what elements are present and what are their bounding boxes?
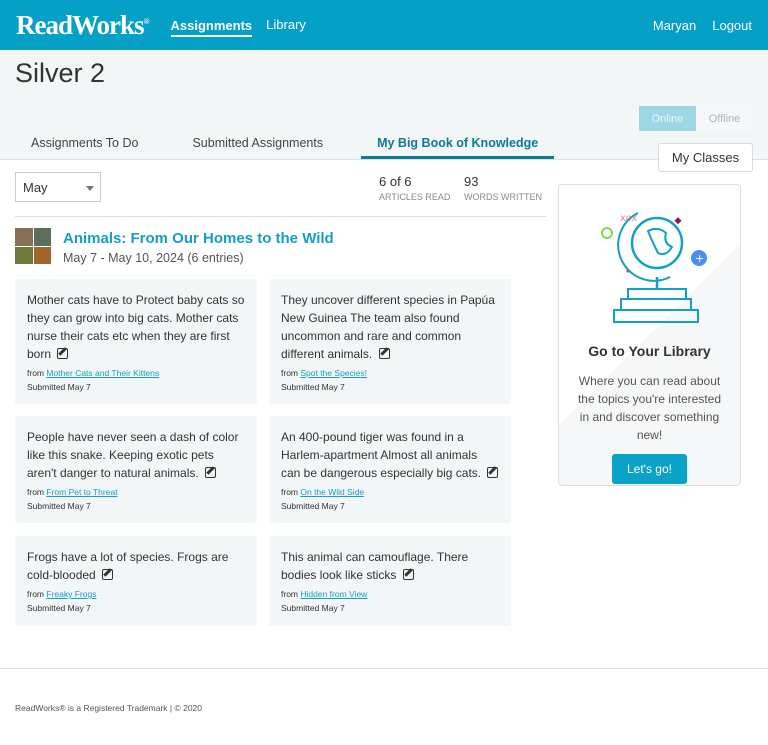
my-classes-button[interactable]: My Classes (658, 143, 753, 172)
from-label: from (27, 487, 44, 497)
edit-icon[interactable] (378, 348, 390, 359)
chevron-down-icon (86, 186, 94, 195)
user-name-link[interactable]: Maryan (653, 18, 696, 33)
submitted-date: Submitted May 7 (27, 501, 91, 511)
edit-icon[interactable] (57, 348, 69, 359)
words-written-label: WORDS WRITTEN (464, 192, 542, 202)
entry-text-content: An 400-pound tiger was found in a Harlem… (281, 430, 482, 480)
entry-text-content: This animal can camouflage. There bodies… (281, 550, 469, 582)
globe-books-illustration: xox + (600, 212, 707, 323)
tab-big-book-of-knowledge[interactable]: My Big Book of Knowledge (361, 136, 555, 159)
article-link[interactable]: Freaky Frogs (46, 589, 96, 599)
entry-card: This animal can camouflage. There bodies… (269, 536, 511, 626)
unit-title[interactable]: Animals: From Our Homes to the Wild (63, 230, 334, 247)
article-link[interactable]: On the Wild Side (300, 487, 364, 497)
entry-source: from Spot the Species! (281, 368, 499, 378)
entry-source: from From Pet to Threat (27, 487, 245, 497)
library-card-text: Where you can read about the topics you'… (577, 374, 722, 442)
entry-text: They uncover different species in Papúa … (281, 291, 499, 363)
entry-card: Mother cats have to Protect baby cats so… (15, 279, 257, 404)
from-label: from (27, 589, 44, 599)
unit-thumbnail (15, 228, 51, 264)
article-link[interactable]: From Pet to Threat (46, 487, 117, 497)
article-link[interactable]: Mother Cats and Their Kittens (46, 368, 159, 378)
online-offline-toggle[interactable]: Online Offline (639, 106, 753, 131)
entry-text: Mother cats have to Protect baby cats so… (27, 291, 245, 363)
lets-go-button[interactable]: Let's go! (612, 454, 687, 484)
from-label: from (281, 589, 298, 599)
words-written-value: 93 (464, 174, 479, 189)
divider (15, 216, 546, 217)
edit-icon[interactable] (487, 467, 499, 478)
articles-read-stat: 6 of 6 ARTICLES READ (379, 174, 450, 202)
library-promo-card: xox + Go to Your Library Where you can r… (558, 184, 741, 486)
articles-read-label: ARTICLES READ (379, 192, 451, 202)
entry-text: An 400-pound tiger was found in a Harlem… (281, 428, 499, 482)
entry-source: from On the Wild Side (281, 487, 499, 497)
svg-text:+: + (695, 252, 704, 265)
entry-text-content: Frogs have a lot of species. Frogs are c… (27, 550, 229, 582)
tab-bar: Assignments To Do Submitted Assignments … (15, 136, 576, 159)
entry-source: from Freaky Frogs (27, 589, 245, 599)
submitted-date: Submitted May 7 (281, 603, 345, 613)
entry-source: from Mother Cats and Their Kittens (27, 368, 245, 378)
library-card-title: Go to Your Library (588, 343, 711, 359)
entry-card: An 400-pound tiger was found in a Harlem… (269, 416, 511, 523)
submitted-date: Submitted May 7 (27, 382, 91, 392)
entry-text: Frogs have a lot of species. Frogs are c… (27, 548, 245, 584)
entry-card: They uncover different species in Papúa … (269, 279, 511, 404)
footer-text: ReadWorks® is a Registered Trademark | ©… (15, 703, 203, 713)
articles-read-value: 6 of 6 (379, 174, 412, 189)
edit-icon[interactable] (205, 467, 217, 478)
submitted-date: Submitted May 7 (281, 501, 345, 511)
tab-submitted-assignments[interactable]: Submitted Assignments (176, 136, 339, 159)
entry-text: People have never seen a dash of color l… (27, 428, 245, 482)
from-label: from (27, 368, 44, 378)
month-select[interactable]: May (15, 172, 101, 202)
edit-icon[interactable] (102, 569, 114, 580)
top-header: ReadWorks® Assignments Library Maryan Lo… (0, 0, 768, 50)
logout-link[interactable]: Logout (712, 18, 752, 33)
edit-icon[interactable] (402, 569, 414, 580)
unit-dates: May 7 - May 10, 2024 (6 entries) (63, 251, 244, 265)
entry-source: from Hidden from View (281, 589, 499, 599)
from-label: from (281, 368, 298, 378)
class-header: Silver 2 Online Offline My Classes Assig… (0, 50, 768, 172)
article-link[interactable]: Spot the Species! (300, 368, 367, 378)
from-label: from (281, 487, 298, 497)
online-option[interactable]: Online (639, 106, 696, 131)
readworks-logo[interactable]: ReadWorks® (16, 9, 150, 41)
month-value: May (23, 180, 48, 195)
submitted-date: Submitted May 7 (281, 382, 345, 392)
footer-divider (0, 668, 768, 669)
offline-option[interactable]: Offline (696, 106, 753, 131)
words-written-stat: 93 WORDS WRITTEN (464, 174, 542, 202)
entry-card: People have never seen a dash of color l… (15, 416, 257, 523)
nav-library[interactable]: Library (266, 17, 306, 34)
entry-text: This animal can camouflage. There bodies… (281, 548, 499, 584)
logo-text: ReadWorks (16, 9, 145, 40)
submitted-date: Submitted May 7 (27, 603, 91, 613)
tab-assignments-to-do[interactable]: Assignments To Do (15, 136, 154, 159)
nav-assignments[interactable]: Assignments (170, 14, 253, 37)
article-link[interactable]: Hidden from View (300, 589, 367, 599)
entry-card: Frogs have a lot of species. Frogs are c… (15, 536, 257, 626)
page-title: Silver 2 (15, 58, 106, 88)
